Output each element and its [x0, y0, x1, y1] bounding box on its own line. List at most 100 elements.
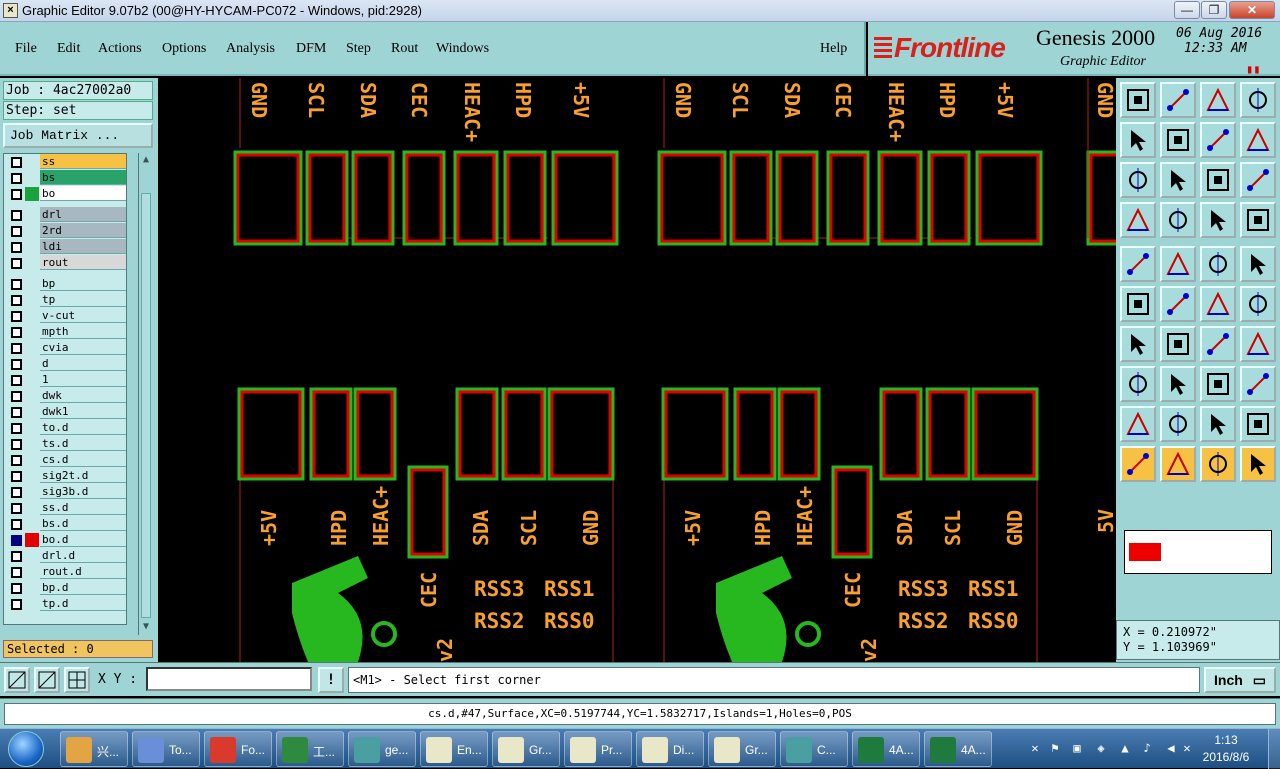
- layer-row-2rd[interactable]: 2rd: [4, 223, 126, 239]
- layer-row-dwk[interactable]: dwk: [4, 388, 126, 404]
- tool-button-pointer[interactable]: [1120, 446, 1156, 482]
- close-button[interactable]: ✕: [1229, 1, 1275, 19]
- tool-button-swap[interactable]: [1200, 122, 1236, 158]
- layer-checkbox[interactable]: [11, 487, 22, 498]
- layer-row-dwk1[interactable]: dwk1: [4, 404, 126, 420]
- layer-checkbox[interactable]: [11, 391, 22, 402]
- layer-row-ts.d[interactable]: ts.d: [4, 436, 126, 452]
- layer-checkbox[interactable]: [11, 258, 22, 269]
- layer-name[interactable]: drl.d: [40, 548, 126, 563]
- layer-row-bo[interactable]: bo: [4, 186, 126, 202]
- layer-checkbox[interactable]: [11, 535, 22, 546]
- layer-color-swatch[interactable]: [25, 187, 39, 201]
- tool-button-pointer-net[interactable]: [1240, 446, 1276, 482]
- tray-flag-icon[interactable]: ⚑: [1048, 741, 1062, 755]
- layer-checkbox[interactable]: [11, 471, 22, 482]
- menu-file[interactable]: File: [15, 41, 37, 57]
- tray-update-icon[interactable]: ▲: [1118, 741, 1132, 755]
- tray-shield-icon[interactable]: ◈: [1094, 741, 1108, 755]
- tool-button-line-mid[interactable]: [1160, 366, 1196, 402]
- layer-row-bs.d[interactable]: bs.d: [4, 516, 126, 532]
- tool-button-shape[interactable]: [1240, 366, 1276, 402]
- layer-name[interactable]: sig3b.d: [40, 484, 126, 499]
- layer-color-swatch[interactable]: [25, 453, 39, 467]
- layer-color-swatch[interactable]: [25, 208, 39, 222]
- layer-checkbox[interactable]: [11, 407, 22, 418]
- tool-button-line[interactable]: [1160, 326, 1196, 362]
- layer-name[interactable]: cs.d: [40, 452, 126, 467]
- layer-name[interactable]: d: [40, 356, 126, 371]
- show-desktop-button[interactable]: [1268, 729, 1280, 769]
- taskbar-item[interactable]: To...: [132, 731, 200, 767]
- taskbar-item[interactable]: C...: [780, 731, 848, 767]
- layer-row-sig2t.d[interactable]: sig2t.d: [4, 468, 126, 484]
- layer-row-ss.d[interactable]: ss.d: [4, 500, 126, 516]
- layer-checkbox[interactable]: [11, 343, 22, 354]
- layer-name[interactable]: 2rd: [40, 223, 126, 238]
- taskbar-item[interactable]: 4A...: [852, 731, 920, 767]
- scroll-up-icon[interactable]: ▲: [140, 154, 152, 166]
- layer-checkbox[interactable]: [11, 503, 22, 514]
- layer-checkbox[interactable]: [11, 242, 22, 253]
- layer-checkbox[interactable]: [11, 375, 22, 386]
- layer-name[interactable]: rout.d: [40, 564, 126, 579]
- layer-row-mpth[interactable]: mpth: [4, 324, 126, 340]
- tool-button-snap[interactable]: [1240, 122, 1276, 158]
- layer-color-swatch[interactable]: [25, 549, 39, 563]
- layer-name[interactable]: bs.d: [40, 516, 126, 531]
- layer-color-swatch[interactable]: [25, 389, 39, 403]
- speaker-icon[interactable]: ◀: [1164, 741, 1178, 755]
- tool-button-zoom-fit[interactable]: [1120, 162, 1156, 198]
- taskbar-clock[interactable]: 1:13 2016/8/6: [1196, 732, 1256, 766]
- menu-windows[interactable]: Windows: [436, 41, 489, 57]
- snap-angle-button[interactable]: [34, 667, 60, 693]
- tool-button-open-step[interactable]: [1120, 82, 1156, 118]
- tool-button-pad[interactable]: [1120, 246, 1156, 282]
- layer-color-swatch[interactable]: [25, 565, 39, 579]
- layer-checkbox[interactable]: [11, 439, 22, 450]
- tool-button-connect[interactable]: [1200, 202, 1236, 238]
- layer-name[interactable]: to.d: [40, 420, 126, 435]
- layer-row-bo.d[interactable]: bo.d: [4, 532, 126, 548]
- layer-checkbox[interactable]: [11, 599, 22, 610]
- xy-input[interactable]: [146, 667, 312, 691]
- layer-color-swatch[interactable]: [25, 517, 39, 531]
- layer-name[interactable]: bp: [40, 276, 126, 291]
- minimize-button[interactable]: —: [1174, 1, 1200, 19]
- layer-row-cvia[interactable]: cvia: [4, 340, 126, 356]
- tool-button-zoom-center[interactable]: [1160, 162, 1196, 198]
- layer-row-v-cut[interactable]: v-cut: [4, 308, 126, 324]
- menu-rout[interactable]: Rout: [391, 41, 418, 57]
- taskbar-item[interactable]: Gr...: [708, 731, 776, 767]
- layer-row-rout[interactable]: rout: [4, 255, 126, 271]
- layer-row-drl[interactable]: drl: [4, 207, 126, 223]
- menu-edit[interactable]: Edit: [57, 41, 80, 57]
- layer-row-drl.d[interactable]: drl.d: [4, 548, 126, 564]
- tool-button-rotate[interactable]: [1200, 326, 1236, 362]
- layer-checkbox[interactable]: [11, 551, 22, 562]
- layer-row-bs[interactable]: bs: [4, 170, 126, 186]
- menu-analysis[interactable]: Analysis: [226, 41, 275, 57]
- tool-button-pointer-circle[interactable]: [1200, 446, 1236, 482]
- scroll-thumb[interactable]: [141, 193, 151, 618]
- taskbar-item[interactable]: 工...: [276, 731, 344, 767]
- taskbar-item[interactable]: ge...: [348, 731, 416, 767]
- layer-row-cs.d[interactable]: cs.d: [4, 452, 126, 468]
- menu-actions[interactable]: Actions: [98, 41, 142, 57]
- layer-row-tp[interactable]: tp: [4, 292, 126, 308]
- layer-color-swatch[interactable]: [25, 437, 39, 451]
- tool-button-home[interactable]: [1200, 82, 1236, 118]
- layer-name[interactable]: bo.d: [40, 532, 126, 547]
- layer-checkbox[interactable]: [11, 173, 22, 184]
- layer-color-swatch[interactable]: [25, 240, 39, 254]
- tool-button-connect-alt[interactable]: [1240, 202, 1276, 238]
- tray-network-icon[interactable]: ▣: [1070, 741, 1084, 755]
- layer-color-swatch[interactable]: [25, 405, 39, 419]
- layer-row-1[interactable]: 1: [4, 372, 126, 388]
- tool-button-window[interactable]: [1240, 82, 1276, 118]
- layer-row-bp.d[interactable]: bp.d: [4, 580, 126, 596]
- layer-checkbox[interactable]: [11, 157, 22, 168]
- scroll-down-icon[interactable]: ▼: [140, 621, 152, 633]
- layer-checkbox[interactable]: [11, 519, 22, 530]
- layer-color-swatch[interactable]: [25, 421, 39, 435]
